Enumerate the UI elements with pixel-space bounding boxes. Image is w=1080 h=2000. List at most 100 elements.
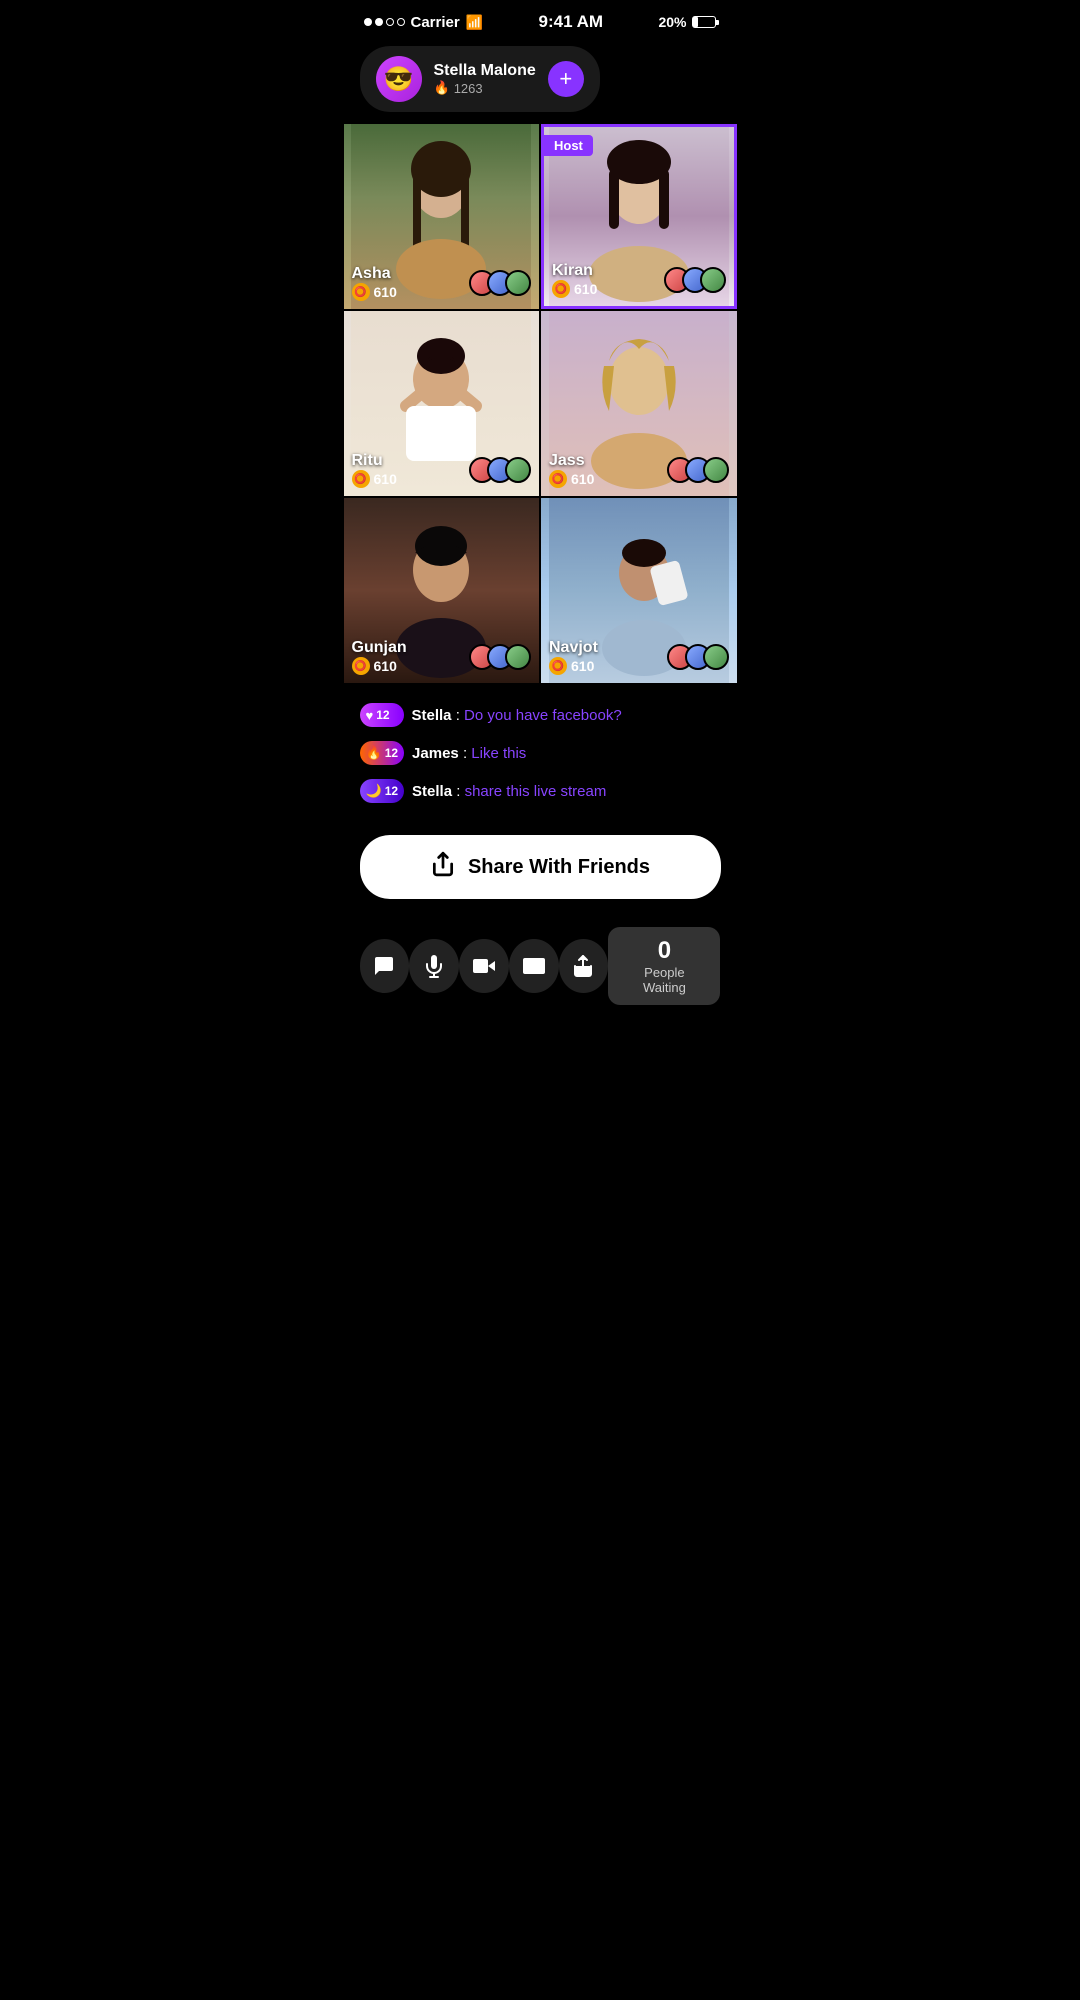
status-right: 20% [658,14,716,30]
time-display: 9:41 AM [539,12,604,32]
cell-footer-asha: Asha ⭕ 610 [352,265,532,301]
cell-coins-ritu: ⭕ 610 [352,470,397,488]
cell-coins-jass: ⭕ 610 [549,470,594,488]
mini-avatar-r3 [505,457,531,483]
cell-avatars-navjot [667,644,729,670]
battery-icon [692,16,716,28]
host-card: 😎 Stella Malone 🔥 1263 + [360,46,600,112]
chat-username-1: James [412,745,459,762]
chat-text-2: Stella : share this live stream [412,783,606,800]
chat-message-0: ♥ 12 Stella : Do you have facebook? [360,703,721,727]
cell-name-ritu: Ritu [352,452,397,470]
cell-avatars-asha [469,270,531,296]
coin-icon: ⭕ [352,283,370,301]
host-info: Stella Malone 🔥 1263 [434,62,536,96]
chat-link-2: share this live stream [465,783,607,800]
share-section: Share With Friends [344,827,737,915]
dot-4 [397,18,405,26]
cell-avatars-kiran [664,267,726,293]
video-cell-gunjan[interactable]: Gunjan ⭕ 610 [344,498,540,683]
fire-badge-icon: 🔥 [366,745,382,761]
share-with-friends-button[interactable]: Share With Friends [360,835,721,899]
cell-coins-kiran: ⭕ 610 [552,280,597,298]
wifi-icon: 📶 [466,14,483,31]
cell-footer-jass: Jass ⭕ 610 [549,452,729,488]
video-grid: Asha ⭕ 610 [344,124,737,683]
badge-num-1: 12 [385,746,398,760]
chat-badge-1: 🔥 12 [360,741,405,765]
chat-username-2: Stella [412,783,452,800]
coin-icon-ritu: ⭕ [352,470,370,488]
host-avatar: 😎 [376,56,422,102]
chat-username-0: Stella [412,707,452,724]
host-badge: Host [544,135,593,156]
dot-2 [375,18,383,26]
fire-icon: 🔥 [434,80,450,96]
status-left: Carrier 📶 [364,14,484,31]
mini-avatar-n3 [703,644,729,670]
chat-badge-0: ♥ 12 [360,703,404,727]
video-cell-ritu[interactable]: Ritu ⭕ 610 [344,311,540,496]
battery-percent: 20% [658,14,686,30]
microphone-button[interactable] [409,939,459,993]
dot-3 [386,18,394,26]
cell-footer-kiran: Kiran ⭕ 610 [552,262,726,298]
video-cell-asha[interactable]: Asha ⭕ 610 [344,124,540,309]
coin-icon-jass: ⭕ [549,470,567,488]
moon-badge-icon: 🌙 [366,783,382,799]
fire-number: 1263 [454,81,483,96]
cell-avatars-gunjan [469,644,531,670]
video-cell-navjot[interactable]: Navjot ⭕ 610 [541,498,737,683]
share-button[interactable] [559,939,609,993]
coin-icon-gunjan: ⭕ [352,657,370,675]
chat-text-1: James : Like this [412,745,526,762]
chat-message-1: 🔥 12 James : Like this [360,741,721,765]
chat-badge-2: 🌙 12 [360,779,405,803]
cell-name-gunjan: Gunjan [352,639,407,657]
mini-avatar-j3 [703,457,729,483]
mini-avatar-k3 [700,267,726,293]
cell-footer-ritu: Ritu ⭕ 610 [352,452,532,488]
chat-link-1: Like this [471,745,526,762]
bottom-bar: 0 People Waiting [344,915,737,1025]
cell-name-jass: Jass [549,452,594,470]
dot-1 [364,18,372,26]
status-bar: Carrier 📶 9:41 AM 20% [344,0,737,38]
chat-text-0: Stella : Do you have facebook? [412,707,622,724]
mini-avatar-3 [505,270,531,296]
video-cell-jass[interactable]: Jass ⭕ 610 [541,311,737,496]
battery-fill [693,17,697,27]
host-name: Stella Malone [434,62,536,80]
cell-footer-gunjan: Gunjan ⭕ 610 [352,639,532,675]
people-waiting-label: People Waiting [624,965,704,995]
signal-dots [364,18,405,26]
cell-name-navjot: Navjot [549,639,598,657]
mini-avatar-g3 [505,644,531,670]
people-waiting-panel: 0 People Waiting [608,927,720,1005]
cell-name-asha: Asha [352,265,397,283]
heart-icon: ♥ [366,708,374,723]
chat-sep-2: : [456,783,464,800]
cell-avatars-jass [667,457,729,483]
people-count: 0 [624,937,704,965]
cell-avatars-ritu [469,457,531,483]
share-btn-label: Share With Friends [468,856,650,879]
badge-num-2: 12 [385,784,398,798]
chat-link-0: Do you have facebook? [464,707,622,724]
badge-num-0: 12 [376,708,389,722]
video-cell-kiran[interactable]: Host Kiran ⭕ 610 [541,124,737,309]
coin-icon-kiran: ⭕ [552,280,570,298]
chat-button[interactable] [360,939,410,993]
chat-message-2: 🌙 12 Stella : share this live stream [360,779,721,803]
coin-icon-navjot: ⭕ [549,657,567,675]
host-fire-score: 🔥 1263 [434,80,536,96]
cell-name-kiran: Kiran [552,262,597,280]
wallet-button[interactable] [509,939,559,993]
cell-coins-gunjan: ⭕ 610 [352,657,407,675]
add-button[interactable]: + [548,61,584,97]
cell-coins-navjot: ⭕ 610 [549,657,598,675]
chat-section: ♥ 12 Stella : Do you have facebook? 🔥 12… [344,693,737,827]
carrier-label: Carrier [411,14,460,31]
cell-footer-navjot: Navjot ⭕ 610 [549,639,729,675]
camera-button[interactable] [459,939,509,993]
